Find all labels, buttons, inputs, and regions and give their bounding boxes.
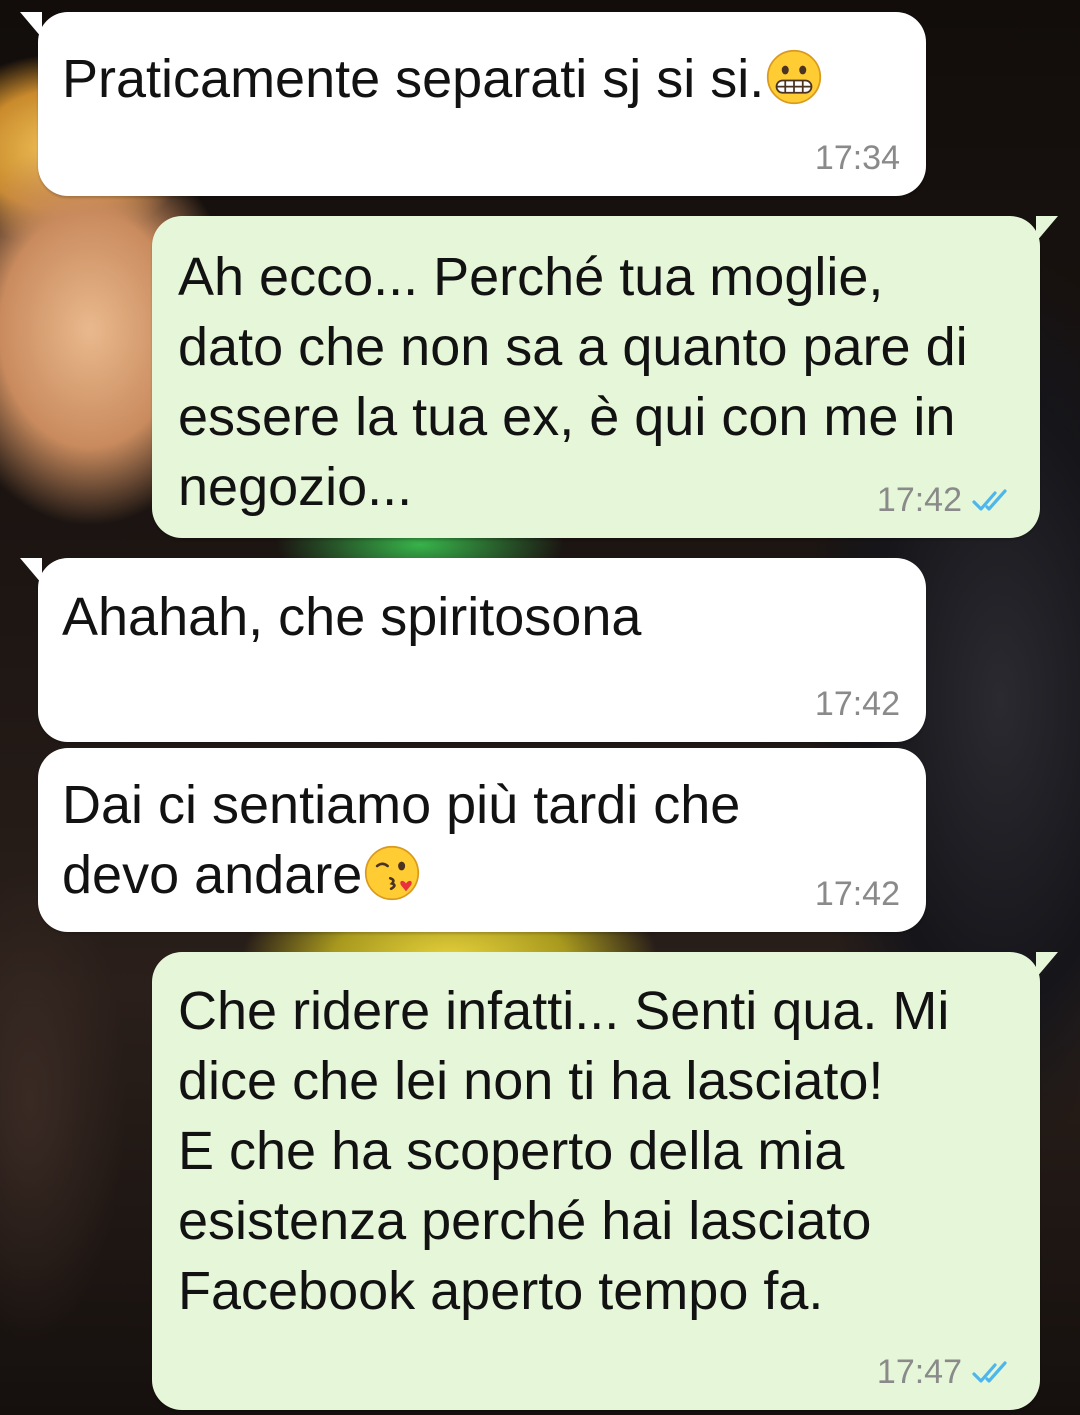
face-blowing-a-kiss-emoji bbox=[365, 845, 420, 901]
bubble-tail bbox=[20, 12, 42, 38]
message-time: 17:47 bbox=[876, 1353, 962, 1391]
message-meta: 17:34 bbox=[815, 139, 900, 178]
double-check-read-icon bbox=[972, 488, 1007, 511]
bubble-tail bbox=[1036, 952, 1058, 978]
message-bubble-outgoing[interactable]: Ah ecco... Perché tua moglie, dato che n… bbox=[152, 216, 1058, 538]
message-text: Ahahah, che spiritosona bbox=[62, 587, 642, 647]
message-text-content: Praticamente separati sj si si. bbox=[62, 49, 765, 109]
message-bubble-incoming[interactable]: Dai ci sentiamo più tardi che devo andar… bbox=[38, 748, 926, 932]
message-time: 17:34 bbox=[814, 139, 900, 177]
message-meta: 17:42 bbox=[877, 481, 1014, 520]
message-meta: 17:47 bbox=[877, 1353, 1014, 1392]
bubble-tail bbox=[1036, 216, 1058, 242]
message-text: Ah ecco... Perché tua moglie, dato che n… bbox=[178, 247, 968, 517]
message-bubble-outgoing[interactable]: Che ridere infatti... Senti qua. Mi dice… bbox=[152, 952, 1058, 1410]
message-time: 17:42 bbox=[814, 685, 900, 723]
grimacing-face-emoji bbox=[767, 49, 822, 105]
message-meta: 17:42 bbox=[815, 685, 900, 724]
message-meta: 17:42 bbox=[815, 875, 900, 914]
message-time: 17:42 bbox=[876, 481, 962, 519]
double-check-read-icon bbox=[972, 1360, 1007, 1383]
message-text: Dai ci sentiamo più tardi che devo andar… bbox=[62, 770, 740, 910]
message-text: Che ridere infatti... Senti qua. Mi dice… bbox=[178, 981, 950, 1321]
message-text: Praticamente separati sj si si. bbox=[62, 44, 822, 114]
message-bubble-incoming[interactable]: Ahahah, che spiritosona 17:42 bbox=[20, 558, 926, 742]
bubble-tail bbox=[20, 558, 42, 584]
message-bubble-incoming[interactable]: Praticamente separati sj si si. 17:34 bbox=[20, 12, 926, 196]
message-time: 17:42 bbox=[814, 875, 900, 913]
